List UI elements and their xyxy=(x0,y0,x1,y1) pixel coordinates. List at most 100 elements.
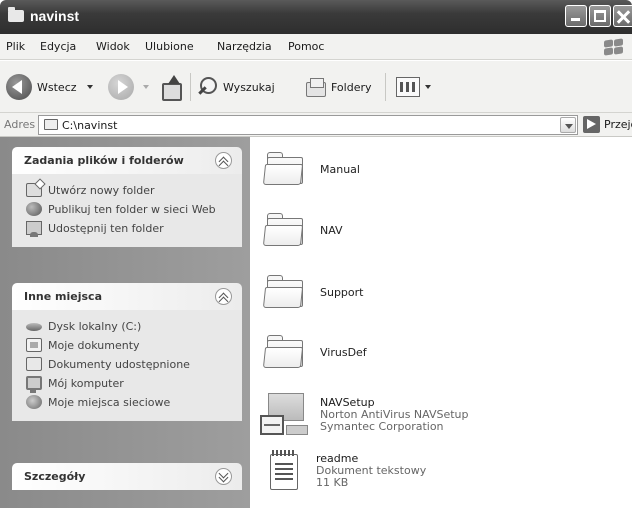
folder-item-nav[interactable]: NAV xyxy=(262,213,343,247)
globe-icon xyxy=(26,202,42,216)
shared-documents-icon xyxy=(26,357,42,371)
views-icon xyxy=(396,77,420,97)
up-folder-icon xyxy=(160,75,182,101)
go-button[interactable]: Przejdź xyxy=(583,116,632,133)
place-shared-documents[interactable]: Dokumenty udostępnione xyxy=(26,357,232,371)
folders-icon xyxy=(304,77,326,97)
back-history-dropdown[interactable] xyxy=(86,85,93,89)
installer-icon xyxy=(260,393,310,437)
file-item-navsetup[interactable]: NAVSetup Norton AntiVirus NAVSetup Syman… xyxy=(260,393,469,437)
window-title: navinst xyxy=(30,8,80,24)
local-disk-icon xyxy=(26,323,42,331)
text-document-icon xyxy=(270,450,302,492)
task-label: Utwórz nowy folder xyxy=(48,184,155,197)
maximize-button[interactable] xyxy=(589,5,611,27)
folder-icon xyxy=(44,119,58,130)
address-dropdown-button[interactable] xyxy=(560,117,576,133)
panel-body: Utwórz nowy folder Publikuj ten folder w… xyxy=(12,174,242,247)
item-name: NAV xyxy=(320,223,343,237)
my-computer-icon xyxy=(26,376,42,393)
views-button[interactable] xyxy=(396,70,431,104)
task-new-folder[interactable]: Utwórz nowy folder xyxy=(26,183,232,197)
share-folder-icon xyxy=(26,221,42,237)
item-company: Symantec Corporation xyxy=(320,420,444,433)
toolbar: Wstecz Wyszukaj Foldery xyxy=(0,61,632,113)
folder-icon xyxy=(262,152,306,186)
forward-arrow-icon xyxy=(108,74,134,100)
windows-logo-icon xyxy=(600,38,626,58)
new-folder-icon xyxy=(26,183,42,197)
file-list: Manual NAV Support VirusDef NAVSetup Nor… xyxy=(250,137,632,508)
panel-body: Dysk lokalny (C:) Moje dokumenty Dokumen… xyxy=(12,310,242,421)
menu-view[interactable]: Widok xyxy=(96,40,130,53)
menu-file[interactable]: Plik xyxy=(6,40,25,53)
panel-title: Zadania plików i folderów xyxy=(24,154,184,167)
panel-header[interactable]: Zadania plików i folderów xyxy=(12,147,242,174)
place-network-places[interactable]: Moje miejsca sieciowe xyxy=(26,395,232,409)
forward-history-dropdown[interactable] xyxy=(143,85,149,89)
back-label: Wstecz xyxy=(37,80,77,94)
folder-icon xyxy=(262,213,306,247)
go-label: Przejdź xyxy=(604,118,632,131)
folders-button[interactable]: Foldery xyxy=(304,70,372,104)
folders-label: Foldery xyxy=(331,80,372,94)
menu-bar: Plik Edycja Widok Ulubione Narzędzia Pom… xyxy=(0,34,632,60)
panel-title: Szczegóły xyxy=(24,470,86,483)
item-name: Support xyxy=(320,285,364,299)
task-publish-web[interactable]: Publikuj ten folder w sieci Web xyxy=(26,202,232,216)
task-pane: Zadania plików i folderów Utwórz nowy fo… xyxy=(0,137,250,508)
other-places-panel: Inne miejsca Dysk lokalny (C:) Moje doku… xyxy=(12,283,242,421)
forward-button[interactable] xyxy=(108,70,149,104)
minimize-button[interactable] xyxy=(565,5,587,27)
item-name: VirusDef xyxy=(320,345,367,359)
address-bar: Adres C:\navinst Przejdź xyxy=(0,113,632,137)
my-documents-icon xyxy=(26,338,42,352)
task-label: Publikuj ten folder w sieci Web xyxy=(48,203,216,216)
item-name: Manual xyxy=(320,162,360,176)
place-label: Dysk lokalny (C:) xyxy=(48,320,142,333)
place-label: Moje dokumenty xyxy=(48,339,140,352)
panel-title: Inne miejsca xyxy=(24,290,102,303)
place-local-disk[interactable]: Dysk lokalny (C:) xyxy=(26,320,232,333)
place-label: Moje miejsca sieciowe xyxy=(48,396,171,409)
item-size: 11 KB xyxy=(316,476,349,489)
collapse-chevron-icon[interactable] xyxy=(215,152,232,171)
close-button[interactable] xyxy=(613,5,632,27)
address-label: Adres xyxy=(4,118,36,131)
item-meta: readme Dokument tekstowy 11 KB xyxy=(316,453,426,489)
address-value: C:\navinst xyxy=(62,119,118,132)
expand-chevron-icon[interactable] xyxy=(215,468,232,485)
folder-item-manual[interactable]: Manual xyxy=(262,152,360,186)
folder-item-virusdef[interactable]: VirusDef xyxy=(262,335,367,369)
details-panel: Szczegóły xyxy=(12,463,242,490)
folder-icon xyxy=(262,275,306,309)
item-meta: NAVSetup Norton AntiVirus NAVSetup Syman… xyxy=(320,397,469,433)
search-button[interactable]: Wyszukaj xyxy=(196,70,275,104)
title-bar[interactable]: navinst xyxy=(0,0,632,34)
search-label: Wyszukaj xyxy=(223,80,275,94)
folder-icon xyxy=(8,7,24,22)
collapse-chevron-icon[interactable] xyxy=(215,288,232,307)
task-label: Udostępnij ten folder xyxy=(48,222,164,235)
back-button[interactable]: Wstecz xyxy=(6,70,93,104)
place-my-documents[interactable]: Moje dokumenty xyxy=(26,338,232,352)
up-folder-button[interactable] xyxy=(160,70,182,104)
address-input[interactable]: C:\navinst xyxy=(38,115,578,135)
back-arrow-icon xyxy=(6,74,32,100)
task-share-folder[interactable]: Udostępnij ten folder xyxy=(26,221,232,237)
panel-header[interactable]: Inne miejsca xyxy=(12,283,242,310)
file-folder-tasks-panel: Zadania plików i folderów Utwórz nowy fo… xyxy=(12,147,242,247)
menu-edit[interactable]: Edycja xyxy=(40,40,76,53)
menu-help[interactable]: Pomoc xyxy=(288,40,324,53)
folder-icon xyxy=(262,335,306,369)
place-my-computer[interactable]: Mój komputer xyxy=(26,376,232,393)
menu-tools[interactable]: Narzędzia xyxy=(217,40,272,53)
views-dropdown-arrow xyxy=(425,85,431,89)
place-label: Mój komputer xyxy=(48,377,124,390)
file-item-readme[interactable]: readme Dokument tekstowy 11 KB xyxy=(262,450,426,492)
panel-header[interactable]: Szczegóły xyxy=(12,463,242,490)
go-arrow-icon xyxy=(583,116,600,133)
folder-item-support[interactable]: Support xyxy=(262,275,364,309)
search-icon xyxy=(196,76,218,98)
menu-favorites[interactable]: Ulubione xyxy=(145,40,194,53)
